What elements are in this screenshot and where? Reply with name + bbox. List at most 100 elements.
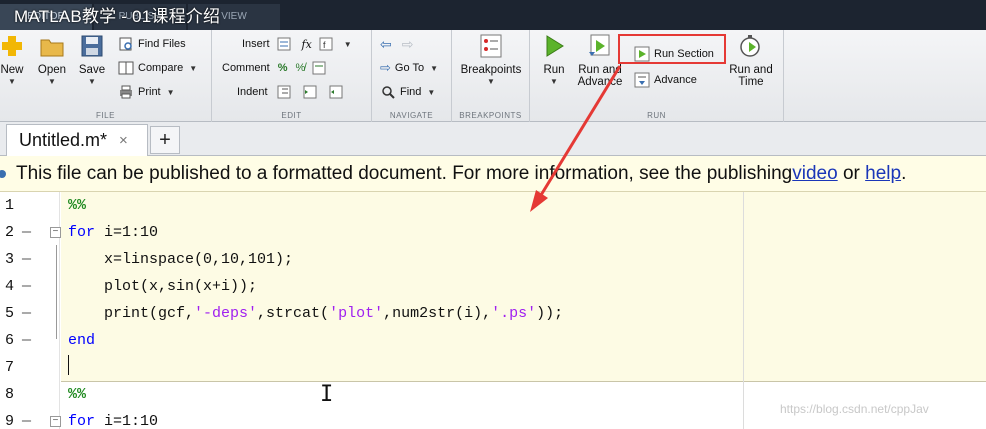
breakpoints-icon: [478, 34, 504, 58]
smart-indent-icon[interactable]: [276, 84, 292, 100]
decrease-indent-icon[interactable]: [328, 84, 344, 100]
text-cursor: [68, 355, 69, 375]
code-line[interactable]: 2 — − for i=1:10: [0, 219, 986, 246]
breakpoint-dash[interactable]: —: [22, 246, 31, 273]
line-number: 2: [4, 224, 14, 241]
publish-info-bar: This file can be published to a formatte…: [0, 156, 986, 192]
file-group-label: FILE: [96, 111, 115, 120]
insert-button[interactable]: Insert fx f ▼: [242, 34, 352, 54]
back-forward-buttons[interactable]: ⇦ ⇨: [380, 34, 413, 54]
code-editor[interactable]: 1 %% 2 — − for i=1:10 3 — x=linspace(0,1…: [0, 192, 986, 429]
ribbon-toolbar: New ▼ Open ▼ Save ▼ Find Files Compare ▼: [0, 30, 986, 122]
code-text: for i=1:10: [68, 413, 159, 429]
code-line[interactable]: 4 — plot(x,sin(x+i));: [0, 273, 986, 300]
run-and-time-label-2: Time: [738, 76, 764, 88]
floppy-disk-icon: [79, 34, 105, 58]
breakpoint-dash[interactable]: —: [22, 408, 31, 429]
compare-label: Compare: [138, 62, 184, 74]
mouse-ibeam-cursor-icon: I: [320, 382, 334, 407]
save-button[interactable]: Save ▼: [68, 34, 116, 86]
go-to-icon: ⇨: [380, 60, 391, 75]
info-end: .: [901, 162, 907, 184]
breakpoint-dash[interactable]: —: [22, 327, 31, 354]
file-group: New ▼ Open ▼ Save ▼ Find Files Compare ▼: [0, 30, 212, 122]
chevron-down-icon: ▼: [487, 77, 495, 86]
line-number: 5: [4, 305, 14, 322]
run-and-advance-label-1: Run and: [578, 64, 622, 76]
code-line[interactable]: 1 %%: [0, 192, 986, 219]
line-number: 3: [4, 251, 14, 268]
insert-function-icon[interactable]: f: [318, 36, 334, 52]
new-file-icon: [0, 34, 25, 58]
forward-arrow-icon[interactable]: ⇨: [402, 36, 414, 53]
navigate-group-label: NAVIGATE: [389, 111, 434, 120]
chevron-down-icon: ▼: [427, 87, 436, 97]
code-line[interactable]: 7: [0, 354, 986, 381]
video-title-overlay: MATLAB教学 - 01课程介绍: [14, 7, 221, 26]
fold-toggle-icon[interactable]: −: [50, 227, 61, 238]
increase-indent-icon[interactable]: [302, 84, 318, 100]
line-number: 9: [4, 413, 14, 429]
advance-icon: [634, 72, 650, 88]
print-button[interactable]: Print ▼: [118, 82, 175, 102]
uncomment-icon[interactable]: %̸: [295, 62, 305, 74]
doc-tab-untitled[interactable]: Untitled.m* ×: [6, 124, 148, 156]
close-tab-icon[interactable]: ×: [119, 132, 128, 149]
run-play-icon: [541, 34, 567, 58]
comment-percent-icon[interactable]: %: [278, 62, 288, 74]
fx-icon[interactable]: fx: [302, 38, 312, 51]
video-link[interactable]: video: [792, 163, 837, 185]
breakpoints-button[interactable]: Breakpoints ▼: [456, 34, 526, 86]
indent-button[interactable]: Indent: [237, 82, 348, 102]
fold-toggle-icon[interactable]: −: [50, 416, 61, 427]
code-text: plot(x,sin(x+i));: [68, 278, 258, 295]
run-label: Run: [543, 64, 565, 76]
code-line[interactable]: 6 — end: [0, 327, 986, 354]
find-button[interactable]: Find ▼: [380, 82, 435, 102]
code-text: x=linspace(0,10,101);: [68, 251, 294, 268]
breakpoint-dash[interactable]: —: [22, 300, 31, 327]
breakpoint-dash[interactable]: —: [22, 273, 31, 300]
run-and-time-button[interactable]: Run and Time: [726, 34, 776, 88]
wrap-comments-icon[interactable]: [311, 60, 327, 76]
insert-section-icon: [276, 36, 292, 52]
info-text: This file can be published to a formatte…: [16, 162, 793, 184]
info-icon: [0, 164, 12, 184]
run-and-advance-label-2: Advance: [577, 76, 623, 88]
code-line[interactable]: 3 — x=linspace(0,10,101);: [0, 246, 986, 273]
edit-group: Insert fx f ▼ Comment % %̸ Indent EDIT: [212, 30, 372, 122]
advance-label: Advance: [654, 74, 697, 86]
help-link[interactable]: help: [865, 163, 901, 185]
go-to-button[interactable]: ⇨ Go To ▼: [380, 58, 438, 78]
compare-button[interactable]: Compare ▼: [118, 58, 197, 78]
insert-label: Insert: [242, 38, 270, 50]
line-number: 8: [4, 386, 14, 403]
breakpoints-group-label: BREAKPOINTS: [459, 111, 522, 120]
stopwatch-icon: [738, 34, 764, 58]
advance-button[interactable]: Advance: [634, 70, 697, 90]
code-text: %%: [68, 197, 87, 214]
chevron-down-icon: ▼: [88, 77, 96, 86]
breakpoint-dash[interactable]: —: [22, 219, 31, 246]
folder-icon: [39, 34, 65, 58]
back-arrow-icon[interactable]: ⇦: [380, 36, 392, 53]
printer-icon: [118, 84, 134, 100]
document-tab-bar: Untitled.m* × +: [0, 122, 986, 156]
info-or: or: [837, 162, 866, 184]
find-files-button[interactable]: Find Files: [118, 34, 186, 54]
run-button[interactable]: Run ▼: [530, 34, 578, 86]
code-text: for i=1:10: [68, 224, 159, 241]
run-group-label: RUN: [647, 111, 666, 120]
code-line[interactable]: 5 — print(gcf,'-deps',strcat('plot',num2…: [0, 300, 986, 327]
breakpoints-label: Breakpoints: [460, 64, 522, 76]
add-tab-button[interactable]: +: [150, 126, 180, 154]
code-text: end: [68, 332, 96, 349]
save-label: Save: [78, 64, 106, 76]
breakpoints-group: Breakpoints ▼ BREAKPOINTS: [452, 30, 530, 122]
find-files-icon: [118, 36, 134, 52]
chevron-down-icon: ▼: [550, 77, 558, 86]
chevron-down-icon: ▼: [430, 63, 438, 73]
line-number: 6: [4, 332, 14, 349]
go-to-label: Go To: [394, 62, 425, 74]
comment-button[interactable]: Comment % %̸: [222, 58, 331, 78]
